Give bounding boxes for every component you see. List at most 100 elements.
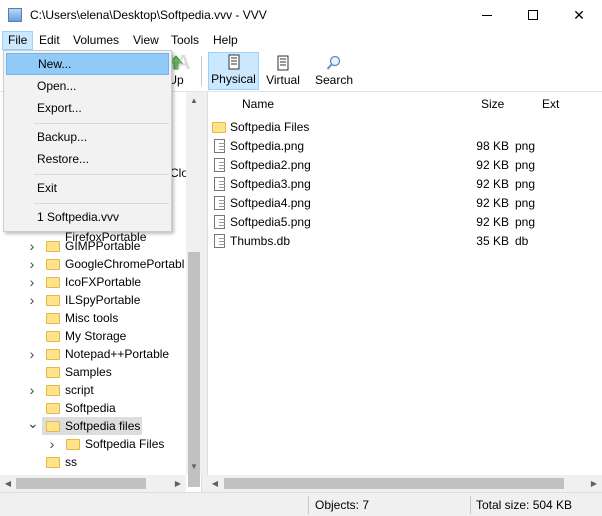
menu-help[interactable]: Help	[208, 31, 243, 50]
tree-item-label: Notepad++Portable	[65, 347, 170, 361]
menu-item-restore[interactable]: Restore...	[6, 148, 169, 170]
tree-item[interactable]: › Notepad++Portable	[0, 345, 186, 363]
scroll-down-icon[interactable]: ▼	[186, 458, 202, 475]
tree-item[interactable]: › GIMPPortable	[0, 237, 186, 255]
minimize-button[interactable]	[464, 0, 510, 30]
status-bar: Objects: 7 Total size: 504 KB	[0, 492, 602, 516]
virtual-view-button[interactable]: Virtual	[262, 52, 304, 90]
document-shape	[214, 215, 225, 229]
toolbar-separator	[201, 56, 202, 86]
tree-item-label: Softpedia Files	[85, 437, 165, 451]
folder-shape	[46, 241, 60, 252]
chevron-right-icon[interactable]: ›	[27, 237, 37, 255]
search-button[interactable]: Search	[312, 52, 356, 90]
scroll-left-icon[interactable]: ◀	[207, 475, 223, 492]
tree-horizontal-scrollbar[interactable]: ◀ ▶	[0, 475, 186, 492]
menu-bar: File Edit Volumes View Tools Help	[0, 30, 602, 50]
filelist-hscroll-thumb[interactable]	[224, 478, 564, 489]
tree-vertical-scrollbar[interactable]: ▲ ▼	[186, 92, 203, 487]
tree-item-label: GoogleChromePortabl	[65, 257, 185, 271]
document-shape	[214, 158, 225, 172]
file-row[interactable]: Softpedia2.png 92 KB png	[208, 156, 602, 175]
file-size: 98 KB	[476, 139, 509, 153]
file-row[interactable]: Softpedia4.png 92 KB png	[208, 194, 602, 213]
file-row[interactable]: Softpedia.png 98 KB png	[208, 137, 602, 156]
tree-item[interactable]: › script	[0, 381, 186, 399]
file-size: 92 KB	[476, 177, 509, 191]
menu-item-new[interactable]: New...	[6, 53, 169, 75]
column-header-size[interactable]: Size	[481, 92, 504, 116]
tree-item[interactable]: › IcoFXPortable	[0, 273, 186, 291]
title-bar: C:\Users\elena\Desktop\Softpedia.vvv - V…	[0, 0, 602, 30]
folder-icon	[46, 293, 60, 307]
menu-edit[interactable]: Edit	[34, 31, 65, 50]
document-lines	[219, 143, 225, 144]
chevron-right-icon[interactable]: ›	[27, 381, 37, 399]
document-lines	[219, 200, 225, 201]
column-header-ext[interactable]: Ext	[542, 92, 559, 116]
filelist-horizontal-scrollbar[interactable]: ◀ ▶	[207, 475, 602, 492]
tree-item[interactable]: Misc tools	[0, 309, 186, 327]
tree-hscroll-thumb[interactable]	[16, 478, 146, 489]
scroll-up-icon[interactable]: ▲	[186, 92, 202, 109]
tree-item-label: ILSpyPortable	[65, 293, 141, 307]
physical-view-button[interactable]: Physical	[208, 52, 259, 90]
column-header-name[interactable]: Name	[242, 92, 274, 116]
physical-icon	[226, 54, 242, 70]
file-row[interactable]: Softpedia Files	[208, 118, 602, 137]
file-row[interactable]: Thumbs.db 35 KB db	[208, 232, 602, 251]
tree-item[interactable]: › GoogleChromePortabl	[0, 255, 186, 273]
maximize-button[interactable]	[510, 0, 556, 30]
menu-view[interactable]: View	[128, 31, 164, 50]
tree-item[interactable]: › ILSpyPortable	[0, 291, 186, 309]
chevron-right-icon[interactable]: ›	[27, 345, 37, 363]
tree-item[interactable]: ⌄ Softpedia files	[27, 416, 142, 435]
chevron-right-icon[interactable]: ›	[47, 435, 57, 453]
close-button[interactable]: ✕	[556, 0, 602, 30]
document-shape	[214, 177, 225, 191]
file-name: Softpedia3.png	[230, 177, 311, 191]
document-lines	[219, 219, 225, 220]
menu-separator	[34, 123, 169, 124]
menu-tools[interactable]: Tools	[166, 31, 204, 50]
folder-shape	[212, 122, 226, 133]
folder-icon	[212, 120, 226, 135]
file-ext: png	[515, 196, 536, 210]
menu-item-recent-file[interactable]: 1 Softpedia.vvv	[6, 206, 169, 228]
file-list[interactable]: Name Size Ext Softpedia Files Softpedia.p…	[207, 92, 602, 492]
folder-icon	[46, 401, 60, 415]
file-row[interactable]: Softpedia3.png 92 KB png	[208, 175, 602, 194]
chevron-down-icon[interactable]: ⌄	[27, 416, 39, 435]
scroll-right-icon[interactable]: ▶	[170, 475, 186, 492]
tree-item[interactable]: Samples	[0, 363, 186, 381]
menu-item-export[interactable]: Export...	[6, 97, 169, 119]
tree-item[interactable]: › Softpedia Files	[0, 435, 186, 453]
tree-item-label: IcoFXPortable	[65, 275, 142, 289]
file-name: Softpedia2.png	[230, 158, 311, 172]
total-size: Total size: 504 KB	[476, 498, 573, 512]
file-icon	[212, 234, 226, 249]
menu-item-exit[interactable]: Exit	[6, 177, 169, 199]
folder-icon	[46, 419, 60, 433]
file-name: Softpedia Files	[230, 120, 310, 134]
menu-item-backup[interactable]: Backup...	[6, 126, 169, 148]
menu-file[interactable]: File	[2, 31, 34, 50]
tree-item[interactable]: ss	[0, 453, 186, 471]
folder-shape	[46, 277, 60, 288]
file-name: Softpedia4.png	[230, 196, 311, 210]
menu-volumes[interactable]: Volumes	[68, 31, 124, 50]
folder-shape	[46, 259, 60, 270]
chevron-right-icon[interactable]: ›	[27, 291, 37, 309]
chevron-right-icon[interactable]: ›	[27, 273, 37, 291]
file-row[interactable]: Softpedia5.png 92 KB png	[208, 213, 602, 232]
file-size: 92 KB	[476, 196, 509, 210]
menu-item-open[interactable]: Open...	[6, 75, 169, 97]
file-icon	[212, 177, 226, 192]
chevron-right-icon[interactable]: ›	[27, 255, 37, 273]
scroll-left-icon[interactable]: ◀	[0, 475, 16, 492]
scroll-right-icon[interactable]: ▶	[586, 475, 602, 492]
tree-scroll-thumb[interactable]	[188, 252, 200, 487]
folder-icon	[46, 365, 60, 379]
tree-item[interactable]: My Storage	[0, 327, 186, 345]
folder-shape	[46, 295, 60, 306]
